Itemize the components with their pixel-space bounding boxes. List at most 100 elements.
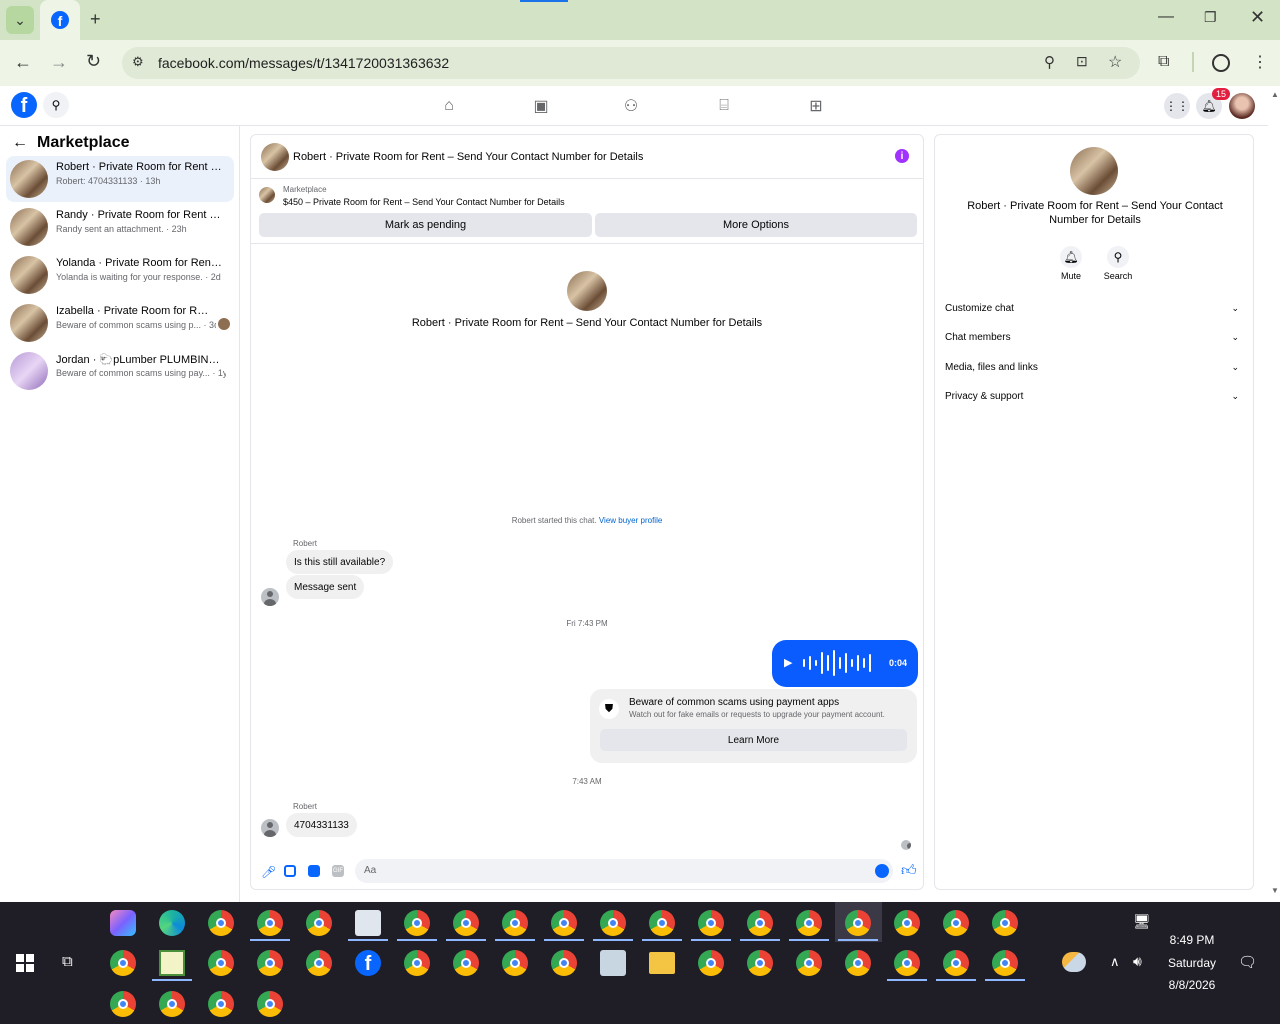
gaming-icon[interactable]: ⊞ [805,95,827,117]
view-buyer-link[interactable]: View buyer profile [599,516,662,525]
listing-text[interactable]: $450 – Private Room for Rent – Send Your… [283,197,565,207]
weather-icon[interactable] [1062,952,1086,972]
page-scrollbar[interactable]: ▲ ▼ [1268,86,1280,902]
audio-message[interactable]: ▶ 0:04 [772,640,918,687]
clock-date[interactable]: 8/8/2026 [1156,978,1228,992]
chrome-icon[interactable] [306,950,332,976]
notification-center-icon[interactable]: 🗨︎ [1238,953,1257,971]
menu-grid-icon[interactable]: ⋮⋮ [1164,93,1190,119]
chrome-icon[interactable] [551,950,577,976]
chrome-icon[interactable] [796,950,822,976]
copilot-icon[interactable] [110,910,136,936]
mute-label[interactable]: Mute [1045,271,1097,281]
clock-time[interactable]: 8:49 PM [1160,933,1224,947]
search-label[interactable]: Search [1093,271,1143,281]
scroll-down-icon[interactable]: ▼ [1271,886,1279,895]
close-button[interactable]: ✕ [1250,7,1265,28]
conversation-item[interactable]: Jordan · 🐑pLumber PLUMBING, p... Beware … [6,348,234,394]
emoji-icon[interactable] [875,864,889,878]
active-tab[interactable]: f [40,0,80,40]
chrome-icon[interactable] [845,910,871,936]
microphone-icon[interactable]: 🎤︎ [261,865,276,879]
play-icon[interactable]: ▶ [784,656,792,669]
chrome-icon[interactable] [894,910,920,936]
bookmark-star-icon[interactable]: ☆ [1108,52,1122,72]
tab-search-button[interactable]: ⌄ [6,6,34,34]
url-text[interactable]: facebook.com/messages/t/1341720031363632 [158,55,449,71]
chrome-icon[interactable] [992,950,1018,976]
file-explorer-icon[interactable] [649,952,675,974]
zoom-icon[interactable]: ⚲ [1044,53,1055,71]
app-window-icon[interactable] [355,910,381,936]
chrome-icon[interactable] [600,910,626,936]
edge-icon[interactable] [159,910,185,936]
chrome-icon[interactable] [551,910,577,936]
conversation-item[interactable]: Izabella · Private Room for Rent ... Bew… [6,300,234,346]
windows-start-icon[interactable] [16,954,34,972]
chrome-icon[interactable] [208,950,234,976]
chrome-icon[interactable] [404,910,430,936]
notepad-icon[interactable] [159,950,185,976]
chrome-icon[interactable] [404,950,430,976]
like-icon[interactable]: 👍︎ [901,862,917,880]
omnibox[interactable]: ⚙ facebook.com/messages/t/13417200313636… [122,47,1140,79]
chrome-icon[interactable] [110,950,136,976]
bell-icon[interactable]: 🔔︎ [1060,246,1082,268]
chrome-icon[interactable] [943,950,969,976]
home-icon[interactable]: ⌂ [438,95,460,117]
message-bubble[interactable]: Is this still available? [286,550,394,574]
minimize-button[interactable]: — [1158,8,1174,26]
media-files-section[interactable]: Media, files and links ⌄ [945,362,1245,373]
chrome-icon[interactable] [208,910,234,936]
restore-button[interactable]: ❐ [1204,9,1217,26]
facebook-logo-icon[interactable]: f [11,92,37,118]
marketplace-icon[interactable]: ⌸ [713,95,735,117]
details-avatar[interactable] [1070,147,1118,195]
volume-icon[interactable]: 🔊︎ [1133,953,1142,970]
chrome-icon[interactable] [747,910,773,936]
mark-pending-button[interactable]: Mark as pending [259,213,592,237]
chrome-icon[interactable] [208,991,234,1017]
account-avatar[interactable] [1229,93,1255,119]
scroll-up-icon[interactable]: ▲ [1271,90,1279,99]
photo-icon[interactable] [284,865,296,877]
site-info-icon[interactable]: ⚙ [132,54,144,70]
chrome-icon[interactable] [845,950,871,976]
message-input[interactable]: Aa [355,859,893,883]
more-options-button[interactable]: More Options [595,213,917,237]
info-icon[interactable]: i [895,149,909,163]
profile-icon[interactable] [1212,54,1230,72]
install-icon[interactable]: ⊡ [1076,53,1088,70]
back-icon[interactable]: ← [14,52,32,73]
message-bubble[interactable]: 4704331133 [286,813,357,837]
extensions-icon[interactable]: ⧉ [1158,53,1169,71]
learn-more-button[interactable]: Learn More [600,729,907,751]
task-view-icon[interactable]: ⧉ [62,953,73,970]
reload-icon[interactable]: ↻ [86,51,101,72]
chrome-icon[interactable] [502,950,528,976]
chrome-icon[interactable] [943,910,969,936]
gif-icon[interactable]: GIF [332,865,344,877]
chrome-icon[interactable] [306,910,332,936]
chevron-up-icon[interactable]: ∧ [1110,954,1120,970]
chrome-icon[interactable] [796,910,822,936]
chat-header-avatar[interactable] [261,143,289,171]
customize-chat-section[interactable]: Customize chat ⌄ [945,303,1245,314]
search-icon[interactable]: ⚲ [1107,246,1129,268]
privacy-support-section[interactable]: Privacy & support ⌄ [945,391,1245,402]
message-bubble[interactable]: Message sent [286,575,365,599]
chat-title[interactable]: Robert · Private Room for Rent – Send Yo… [293,151,643,163]
search-icon[interactable]: ⚲ [43,92,69,118]
chat-members-section[interactable]: Chat members ⌄ [945,332,1245,343]
chrome-icon[interactable] [992,910,1018,936]
chrome-icon[interactable] [159,991,185,1017]
video-icon[interactable]: ▣ [530,95,552,117]
conversation-item[interactable]: Robert · Private Room for Rent – S... Ro… [6,156,234,202]
facebook-app-icon[interactable]: f [355,950,381,976]
network-icon[interactable]: 🖥︎ [1133,913,1151,930]
chrome-icon[interactable] [502,910,528,936]
chrome-icon[interactable] [649,910,675,936]
chrome-icon[interactable] [453,910,479,936]
chrome-icon[interactable] [894,950,920,976]
chrome-icon[interactable] [453,950,479,976]
